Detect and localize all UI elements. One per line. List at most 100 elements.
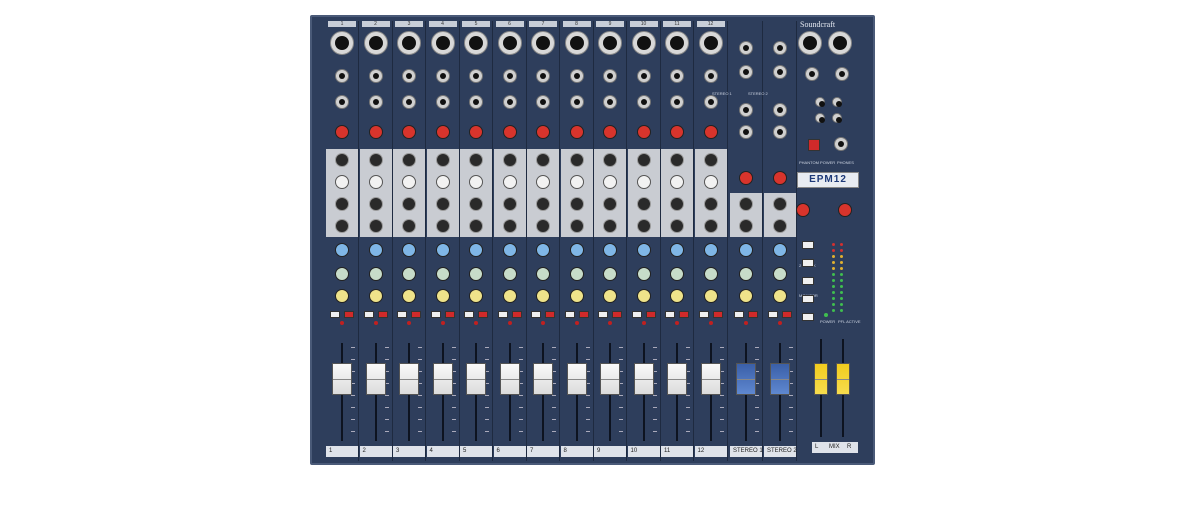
- pfl-button[interactable]: [363, 311, 374, 318]
- xlr-input-icon[interactable]: [531, 31, 555, 55]
- insert-jack-icon[interactable]: [335, 95, 349, 109]
- stereo-input-right-jack-icon[interactable]: [773, 65, 787, 79]
- eq-mid-knob[interactable]: [335, 175, 349, 189]
- pan-knob[interactable]: [569, 289, 584, 303]
- gain-knob[interactable]: [703, 125, 718, 139]
- eq-mid-knob[interactable]: [435, 175, 450, 189]
- pan-knob[interactable]: [435, 289, 450, 303]
- mute-button[interactable]: [712, 311, 723, 318]
- eq-mid-knob[interactable]: [402, 175, 416, 189]
- mix-output-right-xlr-icon[interactable]: [828, 31, 852, 55]
- stereo-input-aux2-jack-icon[interactable]: [739, 125, 753, 139]
- aux2-knob[interactable]: [603, 267, 617, 281]
- channel-fader[interactable]: [566, 363, 587, 395]
- aux1-knob[interactable]: [435, 243, 450, 257]
- channel-fader[interactable]: [399, 363, 419, 395]
- eq-mid-knob[interactable]: [670, 175, 684, 189]
- channel-fader[interactable]: [600, 363, 620, 395]
- aux2-knob[interactable]: [402, 267, 416, 281]
- eq-high-knob[interactable]: [335, 153, 349, 167]
- eq-low-knob[interactable]: [469, 219, 483, 233]
- stereo-fader[interactable]: [736, 363, 756, 395]
- stereo-aux1-knob[interactable]: [773, 243, 787, 257]
- eq-freq-knob[interactable]: [402, 197, 416, 211]
- xlr-input-icon[interactable]: [330, 31, 354, 55]
- to-mix-button[interactable]: [802, 313, 814, 321]
- eq-freq-knob[interactable]: [670, 197, 684, 211]
- mute-button[interactable]: [612, 311, 622, 318]
- two-track-return-button[interactable]: [802, 277, 814, 285]
- insert-jack-icon[interactable]: [502, 95, 517, 109]
- aux2-knob[interactable]: [536, 267, 550, 281]
- stereo-eq-low-knob[interactable]: [773, 219, 787, 233]
- eq-freq-knob[interactable]: [368, 197, 383, 211]
- stereo-gain-knob[interactable]: [739, 171, 753, 185]
- eq-mid-knob[interactable]: [603, 175, 617, 189]
- line-input-jack-icon[interactable]: [603, 69, 617, 83]
- pan-knob[interactable]: [335, 289, 349, 303]
- aux2-knob[interactable]: [502, 267, 517, 281]
- aux1-send-jack-icon[interactable]: [805, 67, 819, 81]
- monitor-select-button[interactable]: [802, 295, 814, 303]
- eq-mid-knob[interactable]: [703, 175, 718, 189]
- mix-output-left-xlr-icon[interactable]: [798, 31, 822, 55]
- stereo-input-left-jack-icon[interactable]: [739, 41, 753, 55]
- stereo-fader[interactable]: [770, 363, 790, 395]
- eq-freq-knob[interactable]: [536, 197, 550, 211]
- eq-low-knob[interactable]: [569, 219, 584, 233]
- eq-high-knob[interactable]: [569, 153, 584, 167]
- eq-low-knob[interactable]: [536, 219, 550, 233]
- channel-fader[interactable]: [432, 363, 453, 395]
- line-input-jack-icon[interactable]: [469, 69, 483, 83]
- aux1-knob[interactable]: [502, 243, 517, 257]
- gain-knob[interactable]: [335, 125, 349, 139]
- eq-high-knob[interactable]: [368, 153, 383, 167]
- line-input-jack-icon[interactable]: [402, 69, 416, 83]
- eq-high-knob[interactable]: [435, 153, 450, 167]
- stereo-aux1-knob[interactable]: [739, 243, 753, 257]
- eq-freq-knob[interactable]: [636, 197, 651, 211]
- mute-button[interactable]: [344, 311, 354, 318]
- eq-high-knob[interactable]: [536, 153, 550, 167]
- eq-freq-knob[interactable]: [569, 197, 584, 211]
- mute-button[interactable]: [478, 311, 488, 318]
- line-input-jack-icon[interactable]: [569, 69, 584, 83]
- pan-knob[interactable]: [703, 289, 718, 303]
- mute-button[interactable]: [645, 311, 656, 318]
- pfl-button[interactable]: [430, 311, 441, 318]
- pan-knob[interactable]: [670, 289, 684, 303]
- mute-button[interactable]: [679, 311, 689, 318]
- master-fader-right[interactable]: [836, 363, 850, 395]
- insert-jack-icon[interactable]: [670, 95, 684, 109]
- two-track-in-left-rca-icon[interactable]: [815, 97, 825, 107]
- eq-freq-knob[interactable]: [603, 197, 617, 211]
- xlr-input-icon[interactable]: [397, 31, 421, 55]
- eq-high-knob[interactable]: [636, 153, 651, 167]
- gain-knob[interactable]: [603, 125, 617, 139]
- line-input-jack-icon[interactable]: [335, 69, 349, 83]
- line-input-jack-icon[interactable]: [670, 69, 684, 83]
- xlr-input-icon[interactable]: [631, 31, 656, 55]
- stereo-mute-button[interactable]: [782, 311, 792, 318]
- line-input-jack-icon[interactable]: [502, 69, 517, 83]
- insert-jack-icon[interactable]: [636, 95, 651, 109]
- aux1-knob[interactable]: [703, 243, 718, 257]
- channel-fader[interactable]: [633, 363, 654, 395]
- insert-jack-icon[interactable]: [402, 95, 416, 109]
- eq-mid-knob[interactable]: [636, 175, 651, 189]
- pfl-button[interactable]: [464, 311, 474, 318]
- gain-knob[interactable]: [502, 125, 517, 139]
- gain-knob[interactable]: [435, 125, 450, 139]
- stereo-pfl-button[interactable]: [768, 311, 778, 318]
- insert-jack-icon[interactable]: [603, 95, 617, 109]
- xlr-input-icon[interactable]: [598, 31, 622, 55]
- insert-jack-icon[interactable]: [368, 95, 383, 109]
- master-fader-left[interactable]: [814, 363, 828, 395]
- pan-knob[interactable]: [536, 289, 550, 303]
- phones-jack-icon[interactable]: [834, 137, 848, 151]
- pfl-button[interactable]: [598, 311, 608, 318]
- mute-button[interactable]: [545, 311, 555, 318]
- eq-high-knob[interactable]: [703, 153, 718, 167]
- pfl-button[interactable]: [397, 311, 407, 318]
- line-input-jack-icon[interactable]: [536, 69, 550, 83]
